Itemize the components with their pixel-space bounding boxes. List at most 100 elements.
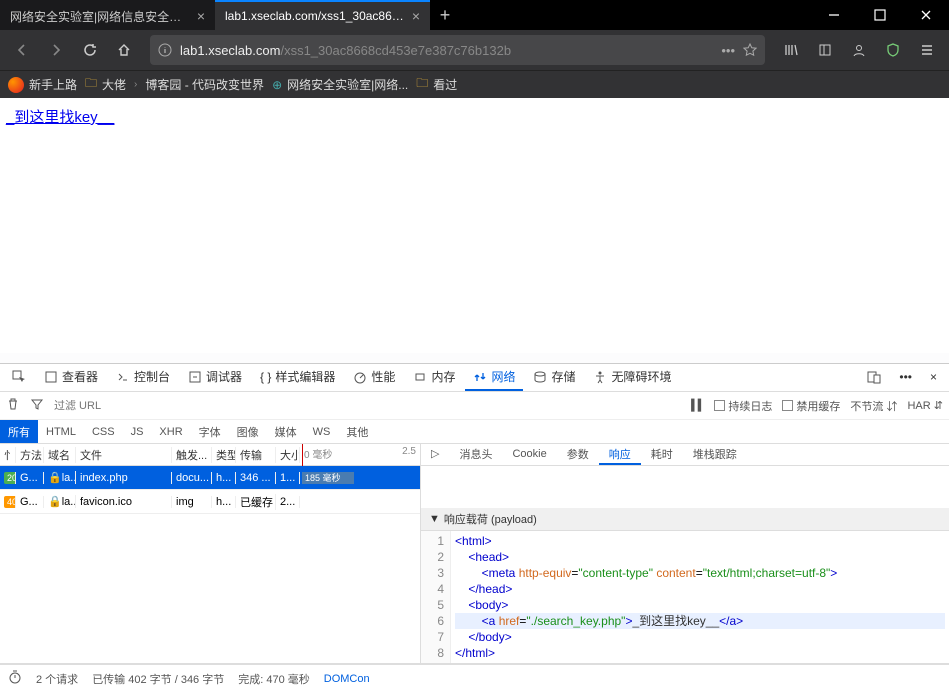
menu-icon[interactable] bbox=[913, 36, 941, 64]
home-button[interactable] bbox=[110, 36, 138, 64]
responsive-icon[interactable] bbox=[859, 364, 889, 391]
tab-console[interactable]: 控制台 bbox=[108, 364, 178, 391]
url-text: lab1.xseclab.com/xss1_30ac8668cd453e7e38… bbox=[180, 43, 713, 58]
firefox-icon bbox=[8, 77, 24, 93]
shield-icon[interactable] bbox=[879, 36, 907, 64]
back-icon[interactable]: ▷ bbox=[421, 444, 449, 465]
tab-title: lab1.xseclab.com/xss1_30ac8668 bbox=[225, 9, 404, 23]
tab-debugger[interactable]: 调试器 bbox=[180, 364, 250, 391]
more-icon[interactable]: ••• bbox=[721, 43, 735, 58]
type-other[interactable]: 其他 bbox=[338, 420, 376, 443]
request-type-filter: 所有 HTML CSS JS XHR 字体 图像 媒体 WS 其他 bbox=[0, 420, 949, 444]
devtools-filter-bar: ▌▌ 持续日志 禁用缓存 不节流 ⇵ HAR ⇵ bbox=[0, 392, 949, 420]
tab-cookie[interactable]: Cookie bbox=[502, 444, 556, 465]
close-icon[interactable]: × bbox=[197, 8, 205, 24]
folder-icon: 🗀 bbox=[416, 74, 428, 95]
tab-performance[interactable]: 性能 bbox=[345, 364, 403, 391]
browser-tab-1[interactable]: 网络安全实验室|网络信息安全攻防 × bbox=[0, 0, 215, 30]
col-type[interactable]: 类型 bbox=[212, 447, 236, 463]
table-row[interactable]: 200 G... 🔒la... index.php docu... h... 3… bbox=[0, 466, 420, 490]
timeline-header[interactable]: 0 毫秒 2.5 bbox=[300, 444, 420, 466]
tab-stack[interactable]: 堆栈跟踪 bbox=[683, 444, 747, 465]
type-js[interactable]: JS bbox=[123, 420, 152, 443]
col-domain[interactable]: 域名 bbox=[44, 447, 76, 463]
tab-network[interactable]: 网络 bbox=[465, 364, 523, 391]
col-file[interactable]: 文件 bbox=[76, 447, 172, 463]
info-icon bbox=[158, 43, 172, 57]
close-window-button[interactable] bbox=[903, 0, 949, 30]
type-all[interactable]: 所有 bbox=[0, 420, 38, 443]
persist-log-checkbox[interactable]: 持续日志 bbox=[714, 398, 772, 414]
detail-tabs: ▷ 消息头 Cookie 参数 响应 耗时 堆栈跟踪 bbox=[421, 444, 949, 466]
disable-cache-checkbox[interactable]: 禁用缓存 bbox=[782, 398, 840, 414]
trash-icon[interactable] bbox=[6, 397, 20, 414]
browser-tab-2[interactable]: lab1.xseclab.com/xss1_30ac8668 × bbox=[215, 0, 430, 30]
response-payload: ▼响应载荷 (payload) 12345678 <html> <head> <… bbox=[421, 508, 949, 663]
type-ws[interactable]: WS bbox=[305, 420, 339, 443]
library-icon[interactable] bbox=[777, 36, 805, 64]
back-button[interactable] bbox=[8, 36, 36, 64]
type-xhr[interactable]: XHR bbox=[151, 420, 190, 443]
new-tab-button[interactable]: + bbox=[430, 0, 460, 30]
account-icon[interactable] bbox=[845, 36, 873, 64]
payload-header[interactable]: ▼响应载荷 (payload) bbox=[421, 508, 949, 531]
col-transfer[interactable]: 传输 bbox=[236, 447, 276, 463]
bookmark-folder[interactable]: 🗀大佬 bbox=[85, 74, 126, 95]
forward-button[interactable] bbox=[42, 36, 70, 64]
col-status[interactable]: 忄 bbox=[0, 447, 16, 463]
devtools-main: 忄 方法 域名 文件 触发... 类型 传输 大小 0 毫秒 2.5 200 G… bbox=[0, 444, 949, 663]
tab-timing[interactable]: 耗时 bbox=[641, 444, 683, 465]
bookmark-item[interactable]: ⊕网络安全实验室|网络... bbox=[272, 76, 408, 93]
type-media[interactable]: 媒体 bbox=[267, 420, 305, 443]
throttle-select[interactable]: 不节流 ⇵ bbox=[850, 398, 897, 414]
tab-accessibility[interactable]: 无障碍环境 bbox=[585, 364, 679, 391]
bookmark-item[interactable]: 博客园 - 代码改变世界 bbox=[145, 76, 264, 93]
pause-icon[interactable]: ▌▌ bbox=[691, 399, 704, 412]
maximize-button[interactable] bbox=[857, 0, 903, 30]
tab-params[interactable]: 参数 bbox=[557, 444, 599, 465]
bookmark-item[interactable]: 新手上路 bbox=[8, 76, 77, 93]
response-code[interactable]: 12345678 <html> <head> <meta http-equiv=… bbox=[421, 531, 949, 663]
bookmark-folder[interactable]: 🗀看过 bbox=[416, 74, 457, 95]
browser-toolbar: lab1.xseclab.com/xss1_30ac8668cd453e7e38… bbox=[0, 30, 949, 70]
folder-icon: 🗀 bbox=[85, 74, 97, 95]
devtools-close-icon[interactable]: × bbox=[922, 364, 945, 391]
type-css[interactable]: CSS bbox=[84, 420, 123, 443]
type-html[interactable]: HTML bbox=[38, 420, 84, 443]
col-size[interactable]: 大小 bbox=[276, 447, 300, 463]
bookmarks-bar: 新手上路 🗀大佬 › 博客园 - 代码改变世界 ⊕网络安全实验室|网络... 🗀… bbox=[0, 70, 949, 98]
sidebar-icon[interactable] bbox=[811, 36, 839, 64]
devtools-tabs: 查看器 控制台 调试器 { }样式编辑器 性能 内存 网络 存储 无障碍环境 •… bbox=[0, 364, 949, 392]
code-area[interactable]: <html> <head> <meta http-equiv="content-… bbox=[451, 531, 949, 663]
toolbar-right bbox=[777, 36, 941, 64]
request-list: 忄 方法 域名 文件 触发... 类型 传输 大小 0 毫秒 2.5 200 G… bbox=[0, 444, 421, 663]
status-transferred: 已传输 402 字节 / 346 字节 bbox=[92, 671, 224, 687]
tab-response[interactable]: 响应 bbox=[599, 444, 641, 465]
address-bar[interactable]: lab1.xseclab.com/xss1_30ac8668cd453e7e38… bbox=[150, 35, 765, 65]
tab-headers[interactable]: 消息头 bbox=[449, 444, 502, 465]
table-row[interactable]: 404 G... 🔒la... favicon.ico img h... 已缓存… bbox=[0, 490, 420, 514]
tab-memory[interactable]: 内存 bbox=[405, 364, 463, 391]
reload-button[interactable] bbox=[76, 36, 104, 64]
pick-element-icon[interactable] bbox=[4, 364, 34, 391]
devtools-more-icon[interactable]: ••• bbox=[891, 364, 920, 391]
bookmark-star-icon[interactable] bbox=[743, 43, 757, 57]
type-img[interactable]: 图像 bbox=[229, 420, 267, 443]
tab-style-editor[interactable]: { }样式编辑器 bbox=[252, 364, 343, 391]
chevron-right-icon: › bbox=[134, 79, 137, 90]
col-method[interactable]: 方法 bbox=[16, 447, 44, 463]
tab-storage[interactable]: 存储 bbox=[525, 364, 583, 391]
table-body: 200 G... 🔒la... index.php docu... h... 3… bbox=[0, 466, 420, 663]
window-controls bbox=[811, 0, 949, 30]
filter-icon[interactable] bbox=[30, 397, 44, 414]
tab-inspector[interactable]: 查看器 bbox=[36, 364, 106, 391]
filter-input[interactable] bbox=[54, 400, 254, 412]
page-link[interactable]: _到这里找key__ bbox=[6, 109, 114, 126]
close-icon[interactable]: × bbox=[412, 8, 420, 24]
minimize-button[interactable] bbox=[811, 0, 857, 30]
har-menu[interactable]: HAR ⇵ bbox=[907, 399, 943, 412]
type-font[interactable]: 字体 bbox=[191, 420, 229, 443]
request-detail: ▷ 消息头 Cookie 参数 响应 耗时 堆栈跟踪 ▼响应载荷 (payloa… bbox=[421, 444, 949, 663]
stopwatch-icon[interactable] bbox=[8, 670, 22, 687]
col-cause[interactable]: 触发... bbox=[172, 447, 212, 463]
